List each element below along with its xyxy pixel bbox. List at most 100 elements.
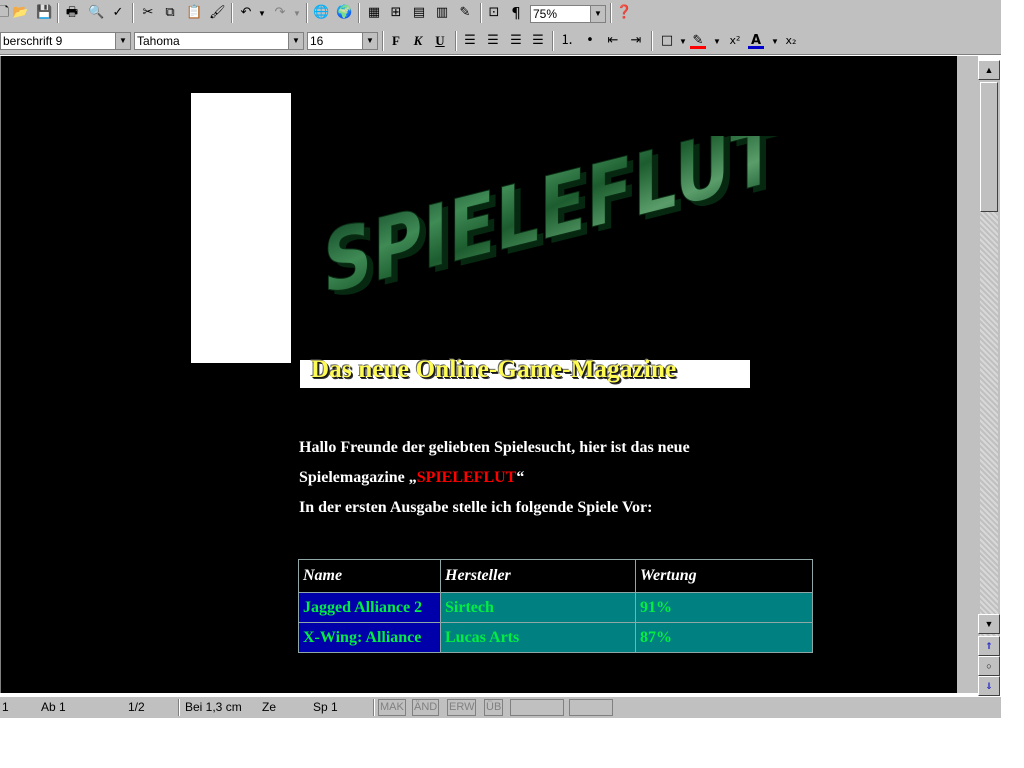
standard-toolbar: 🗋 📂 💾 🖶 🔍 ✓ ✂ ⧉ 📋 🖌 ↶ ▼ ↷ ▼ 🌐 🌍 ▦ ⊞ ▤ ▥ … [0,0,1001,29]
superscript-icon[interactable]: x² [727,33,743,49]
align-center-icon[interactable]: ☰ [485,33,501,49]
insert-table-icon[interactable]: ⊞ [388,5,404,21]
toolbar-separator [382,31,384,51]
toolbar-separator [306,3,308,23]
intro-line-2-prefix: Spielemagazine „ [299,469,417,486]
previous-page-button[interactable]: ⇑ [978,636,1000,656]
cell-score: 87% [635,622,813,653]
toolbar-separator [651,31,653,51]
italic-button[interactable]: K [410,33,426,49]
tables-borders-icon[interactable]: ▦ [366,5,382,21]
undo-icon[interactable]: ↶ [238,5,254,21]
cell-maker: Lucas Arts [440,622,636,653]
cell-name: X-Wing: Alliance [298,622,441,653]
toolbar-separator [57,3,59,23]
scroll-down-button[interactable]: ▼ [978,614,1000,634]
select-browse-object-button[interactable]: ○ [978,656,1000,676]
status-line: Ze [262,700,277,714]
overtype-indicator[interactable]: ÜB [484,699,504,716]
bold-button[interactable]: F [388,33,404,49]
cell-score: 91% [635,592,813,623]
highlight-dropdown-icon[interactable]: ▼ [713,34,721,50]
next-page-button[interactable]: ⇓ [978,676,1000,696]
border-icon[interactable]: □ [659,33,675,49]
open-folder-icon[interactable]: 📂 [12,5,28,21]
underline-button[interactable]: U [432,33,448,49]
save-icon[interactable]: 💾 [36,5,52,21]
drawing-icon[interactable]: ✎ [457,5,473,21]
decrease-indent-icon[interactable]: ⇤ [605,33,621,49]
size-combo[interactable]: 16 ▼ [307,32,378,50]
zoom-combo[interactable]: 75% ▼ [530,5,606,23]
insert-excel-icon[interactable]: ▤ [411,5,427,21]
cut-icon[interactable]: ✂ [140,5,156,21]
magazine-name: SPIELEFLUT [416,469,517,486]
status-position: Bei 1,3 cm [185,700,242,714]
subscript-icon[interactable]: x₂ [783,33,799,49]
style-combo[interactable]: berschrift 9 ▼ [0,32,131,50]
white-image-placeholder [191,93,291,363]
undo-dropdown-icon[interactable]: ▼ [258,6,266,22]
header-name: Name [298,559,441,593]
spieleflut-logo: SPIELEFLUT SPIELEFLUT [323,136,783,306]
hyperlink-icon[interactable]: 🌐 [313,5,329,21]
print-icon[interactable]: 🖶 [64,5,80,21]
pilcrow-icon[interactable]: ¶ [508,5,524,21]
document-margin-strip [957,56,978,693]
status-separator [178,699,180,716]
scroll-up-button[interactable]: ▲ [978,60,1000,80]
web-toolbar-icon[interactable]: 🌍 [336,5,352,21]
toolbar-separator [231,3,233,23]
redo-dropdown-icon[interactable]: ▼ [293,6,301,22]
highlight-icon[interactable]: ✎ [690,33,706,49]
extend-selection-indicator[interactable]: ERW [447,699,477,716]
spelling-check-icon[interactable]: ✓ [110,5,126,21]
style-dropdown-icon[interactable]: ▼ [115,33,130,49]
new-document-icon[interactable]: 🗋 [0,5,12,21]
numbered-list-icon[interactable]: ⒈ [559,33,575,49]
language-indicator [510,699,564,716]
header-maker: Hersteller [440,559,636,593]
border-dropdown-icon[interactable]: ▼ [679,34,687,50]
cell-maker: Sirtech [440,592,636,623]
toolbar-separator [132,3,134,23]
toolbar-separator [480,3,482,23]
copy-icon[interactable]: ⧉ [162,5,178,21]
columns-icon[interactable]: ▥ [434,5,450,21]
redo-icon[interactable]: ↷ [272,5,288,21]
document-map-icon[interactable]: ⊡ [486,5,502,21]
intro-line-1: Hallo Freunde der geliebten Spielesucht,… [299,439,690,456]
font-value: Tahoma [137,34,180,48]
print-preview-icon[interactable]: 🔍 [88,5,104,21]
format-painter-icon[interactable]: 🖌 [209,5,226,21]
document-area[interactable]: SPIELEFLUT SPIELEFLUT Das neue Online-Ga… [0,56,957,693]
status-pages: 1/2 [128,700,145,714]
header-score: Wertung [635,559,813,593]
vertical-scrollbar[interactable]: ▲ ▼ ⇑ ○ ⇓ [978,60,1000,696]
align-left-icon[interactable]: ☰ [462,33,478,49]
table-header-row: Name Hersteller Wertung [298,559,813,593]
zoom-dropdown-icon[interactable]: ▼ [590,6,605,22]
size-dropdown-icon[interactable]: ▼ [362,33,377,49]
track-changes-indicator[interactable]: ÄND [412,699,440,716]
toolbar-separator [455,31,457,51]
office-assistant-icon[interactable]: ❓ [616,5,632,21]
paste-icon[interactable]: 📋 [186,5,202,21]
increase-indent-icon[interactable]: ⇥ [628,33,644,49]
align-right-icon[interactable]: ☰ [508,33,524,49]
font-combo[interactable]: Tahoma ▼ [134,32,304,50]
status-bar: 1 Ab 1 1/2 Bei 1,3 cm Ze Sp 1 MAK ÄND ER… [0,697,1001,718]
font-color-dropdown-icon[interactable]: ▼ [771,34,779,50]
font-color-icon[interactable]: A [748,33,764,49]
toolbar-separator [552,31,554,51]
size-value: 16 [310,34,324,48]
scroll-thumb[interactable] [980,82,998,212]
justify-icon[interactable]: ☰ [530,33,546,49]
toolbar-separator [358,3,360,23]
bullet-list-icon[interactable]: • [582,33,598,49]
font-dropdown-icon[interactable]: ▼ [288,33,303,49]
macro-recorder-indicator[interactable]: MAK [378,699,406,716]
intro-line-2: Spielemagazine „SPIELEFLUT“ [299,469,524,487]
table-row: X-Wing: Alliance Lucas Arts 87% [298,622,813,653]
intro-line-2-suffix: “ [516,469,525,486]
